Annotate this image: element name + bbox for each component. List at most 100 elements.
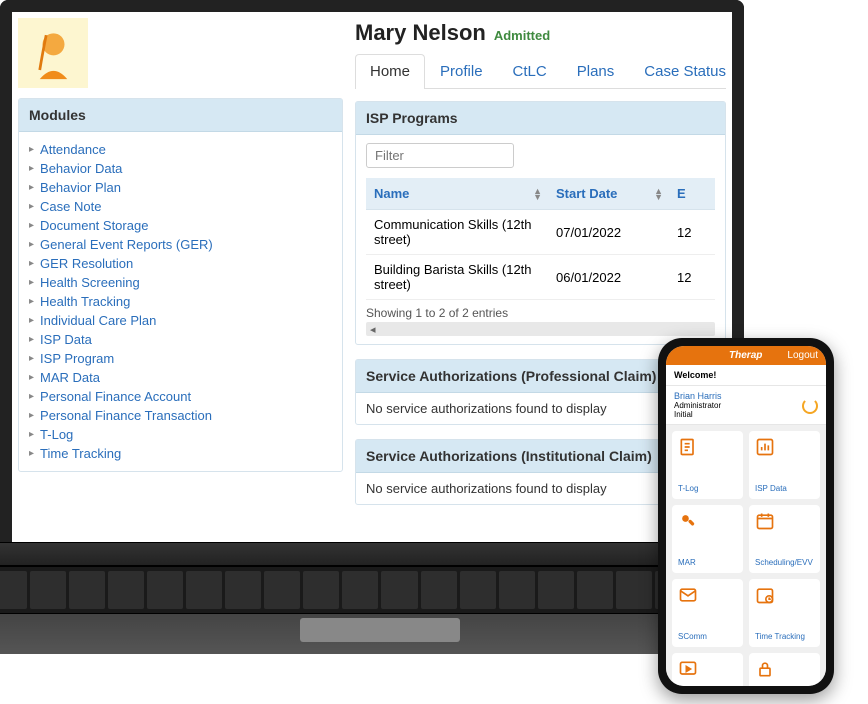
tile-scomm[interactable]: SComm <box>672 579 743 647</box>
module-item[interactable]: ▸ Health Screening <box>29 273 332 292</box>
tab-ctlc[interactable]: CtLC <box>498 54 562 88</box>
col-end-date[interactable]: E <box>669 178 715 210</box>
svc-inst-empty: No service authorizations found to displ… <box>366 481 607 496</box>
tile-label: Scheduling/EVV <box>755 558 814 567</box>
module-label: GER Resolution <box>40 256 133 271</box>
svc-pro-empty: No service authorizations found to displ… <box>366 401 607 416</box>
tile-password-reset[interactable]: Password Reset <box>749 653 820 686</box>
tile-mar[interactable]: MAR <box>672 505 743 573</box>
module-item[interactable]: ▸Case Note <box>29 197 332 216</box>
tile-grid: T-Log ISP Data MAR Scheduling/EVV SComm Time … <box>666 425 826 686</box>
module-label: Health Screening <box>40 275 140 290</box>
isp-icon <box>755 437 775 457</box>
tile-label: MAR <box>678 558 737 567</box>
module-item[interactable]: ▸ Behavior Data <box>29 159 332 178</box>
tabs: HomeProfileCtLCPlansCase Status <box>355 54 726 89</box>
module-label: Time Tracking <box>40 446 121 461</box>
phone-header: Therap Logout <box>666 346 826 365</box>
caret-right-icon: ▸ <box>29 163 34 174</box>
entries-info: Showing 1 to 2 of 2 entries <box>366 306 715 320</box>
table-row[interactable]: Communication Skills (12th street)07/01/… <box>366 210 715 255</box>
patient-header: Mary Nelson Admitted <box>355 18 726 54</box>
caret-right-icon: ▸ <box>29 372 34 383</box>
tile-time-tracking[interactable]: Time Tracking <box>749 579 820 647</box>
module-label: Attendance <box>40 142 106 157</box>
user-card[interactable]: Brian Harris Administrator Initial <box>666 386 826 425</box>
tile-t-log[interactable]: T-Log <box>672 431 743 499</box>
caret-right-icon: ▸ <box>29 277 34 288</box>
caret-right-icon: ▸ <box>29 391 34 402</box>
module-item[interactable]: ▸ Time Tracking <box>29 444 332 463</box>
caret-right-icon: ▸ <box>29 296 34 307</box>
caret-right-icon: ▸ <box>29 429 34 440</box>
table-row[interactable]: Building Barista Skills (12th street)06/… <box>366 255 715 300</box>
module-label: MAR Data <box>40 370 100 385</box>
module-label: T-Log <box>40 427 73 442</box>
welcome-text: Welcome! <box>666 365 826 386</box>
module-label: Behavior Plan <box>40 180 121 195</box>
tlog-icon <box>678 437 698 457</box>
tab-home[interactable]: Home <box>355 54 425 89</box>
laptop-frame: Modules ▸Attendance▸Behavior Data▸Behavi… <box>0 0 744 542</box>
caret-right-icon: ▸ <box>29 239 34 250</box>
caret-right-icon: ▸ <box>29 315 34 326</box>
sort-icon: ▲▼ <box>654 188 663 200</box>
col-name[interactable]: Name ▲▼ <box>366 178 548 210</box>
tile-label: Time Tracking <box>755 632 814 641</box>
caret-right-icon: ▸ <box>29 448 34 459</box>
module-item[interactable]: ▸ T-Log <box>29 425 332 444</box>
tile-scheduling-evv[interactable]: Scheduling/EVV <box>749 505 820 573</box>
module-item[interactable]: ▸General Event Reports (GER) <box>29 235 332 254</box>
module-item[interactable]: ▸ ISP Data <box>29 330 332 349</box>
module-label: Document Storage <box>40 218 148 233</box>
patient-name: Mary Nelson <box>355 20 486 46</box>
video-icon <box>678 659 698 679</box>
avatar <box>18 18 88 88</box>
module-label: Health Tracking <box>40 294 130 309</box>
caret-right-icon: ▸ <box>29 334 34 345</box>
col-start-date[interactable]: Start Date ▲▼ <box>548 178 669 210</box>
modules-heading: Modules <box>19 99 342 132</box>
tab-plans[interactable]: Plans <box>562 54 630 88</box>
logout-button[interactable]: Logout <box>787 350 818 361</box>
user-name: Brian Harris <box>674 391 818 401</box>
modules-panel: Modules ▸Attendance▸Behavior Data▸Behavi… <box>18 98 343 472</box>
phone-brand: Therap <box>704 350 787 361</box>
tile-label: T-Log <box>678 484 737 493</box>
tile-isp-data[interactable]: ISP Data <box>749 431 820 499</box>
phone-frame: Therap Logout Welcome! Brian Harris Admi… <box>658 338 834 694</box>
sync-icon <box>802 398 818 414</box>
caret-right-icon: ▸ <box>29 258 34 269</box>
module-item[interactable]: ▸ Document Storage <box>29 216 332 235</box>
time-icon <box>755 585 775 605</box>
caret-right-icon: ▸ <box>29 410 34 421</box>
tab-case-status[interactable]: Case Status <box>629 54 741 88</box>
module-item[interactable]: ▸ Personal Finance Transaction <box>29 406 332 425</box>
module-item[interactable]: ▸Attendance <box>29 140 332 159</box>
tile-video-library[interactable]: Video Library <box>672 653 743 686</box>
module-item[interactable]: ▸ Health Tracking <box>29 292 332 311</box>
module-label: Personal Finance Account <box>40 389 191 404</box>
isp-panel: ISP Programs Name ▲▼ Start Date <box>355 101 726 345</box>
module-label: Behavior Data <box>40 161 122 176</box>
module-item[interactable]: ▸ Individual Care Plan <box>29 311 332 330</box>
module-label: ISP Program <box>40 351 114 366</box>
module-label: Personal Finance Transaction <box>40 408 212 423</box>
isp-filter-input[interactable] <box>366 143 514 168</box>
module-item[interactable]: ▸ GER Resolution <box>29 254 332 273</box>
pwd-icon <box>755 659 775 679</box>
mar-icon <box>678 511 698 531</box>
module-label: Individual Care Plan <box>40 313 156 328</box>
caret-right-icon: ▸ <box>29 220 34 231</box>
module-item[interactable]: ▸ MAR Data <box>29 368 332 387</box>
tile-label: ISP Data <box>755 484 814 493</box>
caret-right-icon: ▸ <box>29 182 34 193</box>
tab-profile[interactable]: Profile <box>425 54 498 88</box>
module-item[interactable]: ▸ Behavior Plan <box>29 178 332 197</box>
isp-table: Name ▲▼ Start Date ▲▼ E <box>366 178 715 300</box>
horizontal-scrollbar[interactable]: ◂ <box>366 322 715 336</box>
module-label: ISP Data <box>40 332 92 347</box>
user-role: Administrator <box>674 401 818 410</box>
module-item[interactable]: ▸ Personal Finance Account <box>29 387 332 406</box>
module-item[interactable]: ▸ISP Program <box>29 349 332 368</box>
